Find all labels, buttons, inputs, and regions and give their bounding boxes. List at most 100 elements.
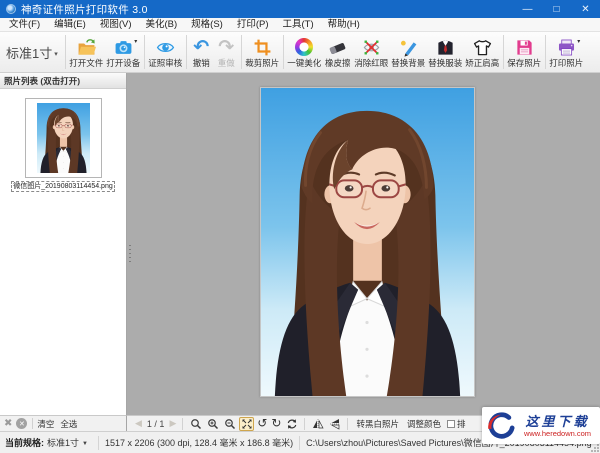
prev-photo-icon[interactable]: ◀ <box>135 418 142 429</box>
eraser-button[interactable]: 橡皮擦 <box>323 33 353 71</box>
minimize-button[interactable]: — <box>513 0 542 18</box>
status-separator <box>299 435 301 450</box>
crop-icon <box>251 37 273 58</box>
eraser-label: 橡皮擦 <box>324 57 351 68</box>
layout-checkbox-group: 排 <box>447 418 466 430</box>
toolbar-separator <box>240 35 242 69</box>
current-spec-label: 当前规格: <box>5 438 44 448</box>
one-key-beautify-button[interactable]: 一键美化 <box>286 33 323 71</box>
clear-list-button[interactable]: 清空 <box>37 418 54 430</box>
menu-tools[interactable]: 工具(T) <box>276 18 321 32</box>
photo-list: 微信图片_20190803114454.png <box>0 89 126 415</box>
replace-background-label: 替换背景 <box>391 57 426 68</box>
delete-x-icon[interactable]: ✖ <box>4 418 12 430</box>
save-photo-button[interactable]: 保存照片 <box>506 33 543 71</box>
circle-x-icon[interactable]: ✕ <box>16 418 28 429</box>
photo-filename[interactable]: 微信图片_20190803114454.png <box>11 181 115 192</box>
correct-shoulder-button[interactable]: 矫正肩高 <box>464 33 501 71</box>
panel-splitter-handle[interactable] <box>129 245 131 265</box>
maximize-button[interactable]: □ <box>542 0 571 18</box>
window-title: 神奇证件照片打印软件 3.0 <box>21 3 148 16</box>
viewer-separator <box>304 417 306 430</box>
viewer-separator <box>182 417 184 430</box>
camera-icon: ▾ <box>112 37 138 58</box>
zoom-out-icon[interactable] <box>222 417 237 431</box>
rotate-right-icon[interactable]: ↻ <box>271 417 281 430</box>
one-key-beautify-label: 一键美化 <box>287 57 322 68</box>
open-file-button[interactable]: 打开文件 <box>68 33 105 71</box>
footer-separator <box>32 418 34 429</box>
current-spec-value[interactable]: 标准1寸 <box>47 436 79 449</box>
save-photo-label: 保存照片 <box>507 57 542 68</box>
resize-grip[interactable] <box>590 443 599 452</box>
rotate-left-icon[interactable]: ↺ <box>257 417 267 430</box>
magnifier-icon[interactable] <box>188 417 203 431</box>
close-button[interactable]: ✕ <box>571 0 600 18</box>
undo-button[interactable]: ↶ 撤销 <box>189 33 214 71</box>
main-photo-preview[interactable] <box>260 87 475 397</box>
next-photo-icon[interactable]: ▶ <box>169 418 176 429</box>
status-separator <box>97 435 99 450</box>
convert-bw-button[interactable]: 转黑白照片 <box>352 418 403 430</box>
menu-edit[interactable]: 编辑(E) <box>47 18 93 32</box>
menu-beautify[interactable]: 美化(B) <box>138 18 184 32</box>
undo-arrow-icon: ↶ <box>193 36 210 58</box>
eye-icon <box>154 37 176 58</box>
menu-file[interactable]: 文件(F) <box>2 18 47 32</box>
printer-icon: ▾ <box>555 37 580 58</box>
redo-label: 重做 <box>217 57 235 68</box>
app-window: 神奇证件照片打印软件 3.0 — □ ✕ 文件(F) 编辑(E) 视图(V) 美… <box>0 0 600 453</box>
adjust-color-button[interactable]: 调整颜色 <box>403 418 445 430</box>
replace-clothes-label: 替换服装 <box>428 57 463 68</box>
crop-photo-button[interactable]: 裁剪照片 <box>244 33 281 71</box>
app-logo-icon <box>6 4 16 14</box>
watermark-site-name: 这里下载 <box>525 413 590 429</box>
replace-clothes-button[interactable]: 替换服装 <box>427 33 464 71</box>
rotate-cycle-icon[interactable] <box>284 417 299 431</box>
menu-help[interactable]: 帮助(H) <box>321 18 367 32</box>
print-photo-button[interactable]: ▾ 打印照片 <box>548 33 585 71</box>
menu-spec[interactable]: 规格(S) <box>184 18 230 32</box>
replace-background-button[interactable]: 替换背景 <box>390 33 427 71</box>
menu-view[interactable]: 视图(V) <box>93 18 139 32</box>
photo-thumbnail[interactable] <box>24 98 102 178</box>
spec-dropdown[interactable]: 标准1寸 ▾ <box>0 32 63 72</box>
zoom-in-icon[interactable] <box>205 417 220 431</box>
toolbar-separator <box>502 35 504 69</box>
redo-arrow-icon: ↷ <box>218 36 235 58</box>
toolbar: 标准1寸 ▾ 打开文件 ▾ 打开设备 证照审核 ↶ 撤销 ↷ 重做 裁剪照片 一… <box>0 32 600 73</box>
crop-photo-label: 裁剪照片 <box>245 57 280 68</box>
heredown-swirl-logo <box>488 411 515 439</box>
layout-checkbox[interactable] <box>447 419 456 428</box>
flip-horizontal-icon[interactable] <box>310 417 325 431</box>
titlebar: 神奇证件照片打印软件 3.0 — □ ✕ <box>0 0 600 18</box>
shirt-icon <box>471 37 493 58</box>
photo-review-button[interactable]: 证照审核 <box>147 33 184 71</box>
suit-icon <box>434 37 456 58</box>
color-wheel-icon <box>293 37 315 58</box>
photo-list-panel: 照片列表 (双击打开) 微信图片_20190803114454.png <box>0 73 127 415</box>
watermark-site-url: www.heredown.com <box>523 428 592 438</box>
spec-dropdown-label: 标准1寸 <box>6 45 53 61</box>
fit-to-window-icon[interactable] <box>239 416 255 431</box>
heredown-watermark: 这里下载 www.heredown.com <box>482 407 600 444</box>
flip-vertical-icon[interactable] <box>327 417 342 431</box>
chevron-down-icon[interactable]: ▼ <box>82 441 88 447</box>
toolbar-separator <box>185 35 187 69</box>
photo-list-header: 照片列表 (双击打开) <box>0 73 126 89</box>
open-device-label: 打开设备 <box>106 57 141 68</box>
open-device-button[interactable]: ▾ 打开设备 <box>105 33 142 71</box>
menubar: 文件(F) 编辑(E) 视图(V) 美化(B) 规格(S) 打印(P) 工具(T… <box>0 18 600 32</box>
page-indicator: 1 / 1 <box>146 418 165 429</box>
select-all-button[interactable]: 全选 <box>60 418 77 430</box>
correct-shoulder-label: 矫正肩高 <box>465 57 500 68</box>
menu-print[interactable]: 打印(P) <box>230 18 276 32</box>
redo-button[interactable]: ↷ 重做 <box>214 33 239 71</box>
remove-red-eye-button[interactable]: 消除红眼 <box>353 33 390 71</box>
remove-red-eye-label: 消除红眼 <box>354 57 389 68</box>
undo-label: 撤销 <box>192 57 210 68</box>
eraser-icon <box>327 37 349 58</box>
chevron-down-icon: ▾ <box>54 50 58 58</box>
chevron-down-icon: ▾ <box>134 38 138 45</box>
toolbar-separator <box>64 35 66 69</box>
